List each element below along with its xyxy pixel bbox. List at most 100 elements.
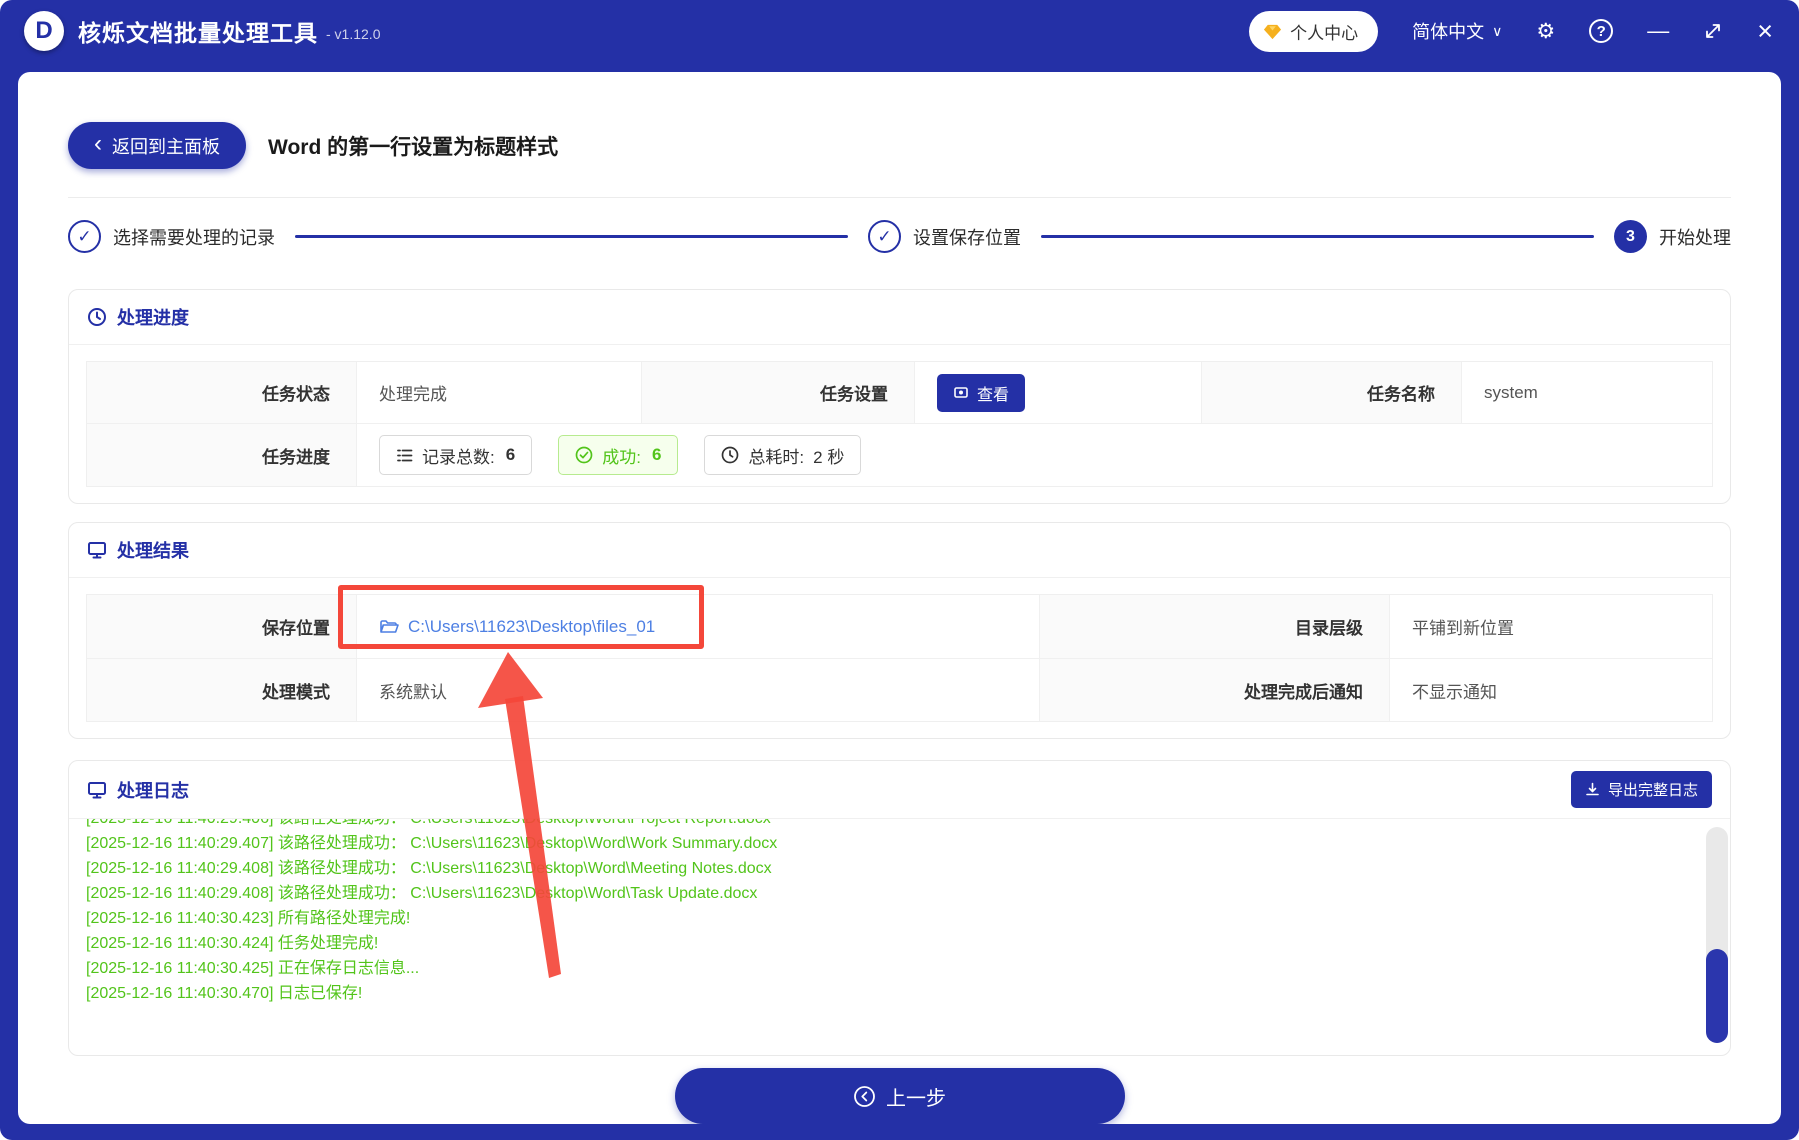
check-circle-icon [575, 446, 593, 464]
log-scrollbar-thumb[interactable] [1706, 949, 1728, 1043]
save-location-path: C:\Users\11623\Desktop\files_01 [408, 616, 656, 636]
mode-value: 系统默认 [357, 659, 1040, 721]
records-total-chip: 记录总数: 6 [379, 435, 533, 475]
export-log-label: 导出完整日志 [1607, 782, 1698, 799]
task-status-value: 处理完成 [357, 362, 642, 424]
monitor-icon [87, 540, 107, 560]
step-2-label: 设置保存位置 [913, 227, 1021, 248]
log-line: [2025-12-16 11:40:30.470] 日志已保存! [86, 985, 363, 1002]
clock-icon [87, 307, 107, 327]
log-lines: [2025-12-16 11:40:29.406] 该路径处理成功： C:\Us… [86, 819, 1690, 1006]
log-panel-header: 处理日志 导出完整日志 [69, 761, 1730, 819]
elapsed-time-label: 总耗时: [748, 447, 805, 467]
previous-step-label: 上一步 [886, 1087, 946, 1110]
progress-panel: 处理进度 任务状态 处理完成 任务设置 查看 任务名称 system 任务进度 [68, 289, 1731, 504]
titlebar-actions: 个人中心 简体中文 ∨ ⚙ ? — × [1249, 10, 1773, 52]
task-name-value: system [1462, 362, 1712, 424]
results-panel: 处理结果 保存位置 C:\Users\11623\Desktop\files_0… [68, 522, 1731, 739]
chevron-down-icon: ∨ [1492, 22, 1503, 39]
app-title: 核烁文档批量处理工具 [78, 20, 318, 46]
user-center-button[interactable]: 个人中心 [1249, 10, 1379, 52]
back-button-label: 返回到主面板 [112, 136, 220, 157]
step-progress-bar: ✓ 选择需要处理的记录 ✓ 设置保存位置 3 开始处理 [68, 220, 1731, 253]
view-button-label: 查看 [977, 386, 1010, 404]
step-connector [1041, 235, 1594, 238]
results-panel-body: 保存位置 C:\Users\11623\Desktop\files_01 目录层… [69, 578, 1730, 738]
step-done-check-icon: ✓ [68, 220, 101, 253]
clock-icon [722, 446, 739, 464]
mode-label: 处理模式 [87, 659, 357, 721]
records-total-label: 记录总数: [422, 447, 495, 467]
previous-step-button[interactable]: 上一步 [674, 1068, 1125, 1124]
download-icon [1586, 782, 1599, 796]
save-location-link[interactable]: C:\Users\11623\Desktop\files_01 [379, 617, 655, 637]
step-3-label: 开始处理 [1659, 227, 1731, 248]
progress-panel-title: 处理进度 [117, 308, 189, 328]
dir-level-label: 目录层级 [1040, 595, 1390, 659]
titlebar: D 核烁文档批量处理工具 - v1.12.0 个人中心 简体中文 ∨ ⚙ ? —… [0, 0, 1799, 62]
step-2: ✓ 设置保存位置 [868, 220, 1021, 253]
export-log-button[interactable]: 导出完整日志 [1570, 771, 1712, 808]
elapsed-time-value: 2 秒 [813, 447, 845, 467]
page-header: ‹ 返回到主面板 Word 的第一行设置为标题样式 [68, 122, 1731, 198]
task-status-label: 任务状态 [87, 362, 357, 424]
log-line: [2025-12-16 11:40:29.408] 该路径处理成功： C:\Us… [86, 885, 758, 902]
minimize-button[interactable]: — [1647, 20, 1669, 42]
results-panel-header: 处理结果 [69, 523, 1730, 578]
language-label: 简体中文 [1412, 22, 1485, 42]
step-1-label: 选择需要处理的记录 [113, 227, 275, 248]
save-location-cell: C:\Users\11623\Desktop\files_01 [357, 595, 1040, 659]
task-progress-cell: 记录总数: 6 成功: 6 总耗时: 2 秒 [357, 424, 1712, 486]
task-settings-cell: 查看 [915, 362, 1202, 424]
log-scrollbar-track[interactable] [1706, 827, 1728, 1043]
results-table: 保存位置 C:\Users\11623\Desktop\files_01 目录层… [86, 594, 1713, 722]
progress-chips: 记录总数: 6 成功: 6 总耗时: 2 秒 [379, 435, 862, 475]
gem-icon [1264, 24, 1282, 39]
back-to-dashboard-button[interactable]: ‹ 返回到主面板 [68, 122, 246, 169]
success-label: 成功: [602, 447, 641, 467]
task-settings-label: 任务设置 [642, 362, 915, 424]
save-location-label: 保存位置 [87, 595, 357, 659]
task-progress-label: 任务进度 [87, 424, 357, 486]
success-chip: 成功: 6 [558, 435, 679, 475]
chevron-left-icon: ‹ [94, 130, 102, 157]
help-icon[interactable]: ? [1589, 19, 1614, 43]
results-panel-title: 处理结果 [117, 541, 189, 561]
app-version: - v1.12.0 [326, 26, 381, 42]
settings-gear-icon[interactable]: ⚙ [1536, 21, 1555, 42]
log-line: [2025-12-16 11:40:29.406] 该路径处理成功： C:\Us… [86, 819, 1690, 831]
log-panel-header-left: 处理日志 [87, 777, 189, 803]
monitor-icon [87, 780, 107, 800]
step-done-check-icon: ✓ [868, 220, 901, 253]
log-line: [2025-12-16 11:40:30.424] 任务处理完成! [86, 935, 379, 952]
app-logo-icon: D [24, 11, 64, 51]
step-1: ✓ 选择需要处理的记录 [68, 220, 275, 253]
footer-actions: 上一步 [68, 1068, 1731, 1124]
app-window: D 核烁文档批量处理工具 - v1.12.0 个人中心 简体中文 ∨ ⚙ ? —… [0, 0, 1799, 1140]
maximize-icon[interactable] [1703, 21, 1723, 41]
log-line: [2025-12-16 11:40:30.423] 所有路径处理完成! [86, 910, 411, 927]
close-button[interactable]: × [1757, 17, 1773, 45]
progress-panel-header: 处理进度 [69, 290, 1730, 345]
success-value: 6 [651, 445, 662, 464]
progress-panel-body: 任务状态 处理完成 任务设置 查看 任务名称 system 任务进度 记录总数:… [69, 345, 1730, 503]
log-panel: 处理日志 导出完整日志 [2025-12-16 11:40:29.406] 该路… [68, 760, 1731, 1056]
step-3: 3 开始处理 [1614, 220, 1731, 253]
logo-letter: D [35, 17, 53, 44]
progress-table: 任务状态 处理完成 任务设置 查看 任务名称 system 任务进度 记录总数:… [86, 361, 1713, 487]
step-3-number: 3 [1614, 220, 1647, 253]
list-icon [397, 449, 413, 461]
records-total-value: 6 [505, 445, 516, 464]
folder-open-icon [380, 619, 399, 633]
elapsed-time-chip: 总耗时: 2 秒 [704, 435, 862, 475]
log-viewport[interactable]: [2025-12-16 11:40:29.406] 该路径处理成功： C:\Us… [69, 819, 1730, 1055]
language-selector[interactable]: 简体中文 ∨ [1412, 18, 1502, 44]
step-connector [295, 235, 848, 238]
notify-label: 处理完成后通知 [1040, 659, 1390, 721]
notify-value: 不显示通知 [1390, 659, 1712, 721]
log-line: [2025-12-16 11:40:29.408] 该路径处理成功： C:\Us… [86, 860, 772, 877]
dir-level-value: 平铺到新位置 [1390, 595, 1712, 659]
user-center-label: 个人中心 [1290, 23, 1359, 43]
log-line: [2025-12-16 11:40:29.407] 该路径处理成功： C:\Us… [86, 835, 778, 852]
view-settings-button[interactable]: 查看 [937, 373, 1026, 412]
